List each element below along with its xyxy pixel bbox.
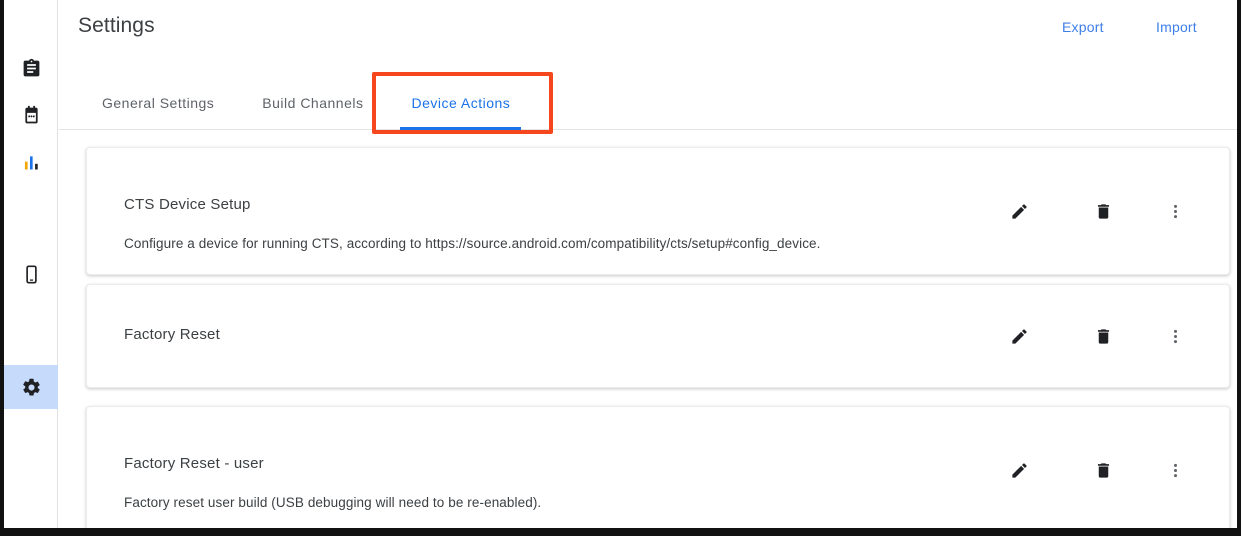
tab-general-settings[interactable]: General Settings <box>78 73 238 130</box>
delete-icon <box>1094 327 1113 346</box>
device-action-card[interactable]: CTS Device Setup Configure a device for … <box>86 147 1230 275</box>
device-action-buttons <box>997 148 1229 274</box>
more-vert-icon <box>1166 202 1185 221</box>
device-action-description: Factory reset user build (USB debugging … <box>124 495 542 510</box>
sidebar-item-devices[interactable] <box>4 252 58 296</box>
gear-icon <box>21 377 42 398</box>
device-action-card[interactable]: Factory Reset - user Factory reset user … <box>86 406 1230 528</box>
settings-tabs: General Settings Build Channels Device A… <box>78 73 534 130</box>
page-header: Settings Export Import General Settings … <box>59 0 1237 130</box>
more-vert-icon <box>1166 461 1185 480</box>
more-vert-icon <box>1166 327 1185 346</box>
device-action-buttons <box>997 407 1229 528</box>
tab-build-channels[interactable]: Build Channels <box>238 73 387 130</box>
delete-button[interactable] <box>1081 189 1125 233</box>
device-action-description: Configure a device for running CTS, acco… <box>124 236 821 251</box>
more-options-button[interactable] <box>1153 189 1197 233</box>
delete-button[interactable] <box>1081 314 1125 358</box>
device-actions-list: CTS Device Setup Configure a device for … <box>59 131 1237 528</box>
edit-button[interactable] <box>997 314 1041 358</box>
bar-chart-icon <box>21 152 42 173</box>
clipboard-icon <box>21 58 42 79</box>
device-action-name: Factory Reset <box>124 326 220 343</box>
sidebar-item-results[interactable] <box>4 140 58 184</box>
edit-icon <box>1010 202 1029 221</box>
device-action-name: CTS Device Setup <box>124 196 251 213</box>
left-nav-sidebar <box>4 0 58 528</box>
device-icon <box>21 264 42 285</box>
more-options-button[interactable] <box>1153 314 1197 358</box>
delete-icon <box>1094 202 1113 221</box>
edit-button[interactable] <box>997 189 1041 233</box>
import-button[interactable]: Import <box>1156 19 1197 35</box>
calendar-icon <box>21 105 42 126</box>
device-action-card[interactable]: Factory Reset <box>86 284 1230 388</box>
edit-icon <box>1010 461 1029 480</box>
delete-button[interactable] <box>1081 448 1125 492</box>
sidebar-item-test-plans[interactable] <box>4 93 58 137</box>
edit-icon <box>1010 327 1029 346</box>
page-title: Settings <box>78 14 155 37</box>
sidebar-item-test-runs[interactable] <box>4 46 58 90</box>
tab-device-actions[interactable]: Device Actions <box>387 73 534 130</box>
settings-page: Settings Export Import General Settings … <box>0 0 1241 536</box>
sidebar-item-settings[interactable] <box>4 365 58 409</box>
device-action-name: Factory Reset - user <box>124 455 264 472</box>
more-options-button[interactable] <box>1153 448 1197 492</box>
delete-icon <box>1094 461 1113 480</box>
device-action-buttons <box>997 285 1229 387</box>
export-button[interactable]: Export <box>1062 19 1104 35</box>
edit-button[interactable] <box>997 448 1041 492</box>
